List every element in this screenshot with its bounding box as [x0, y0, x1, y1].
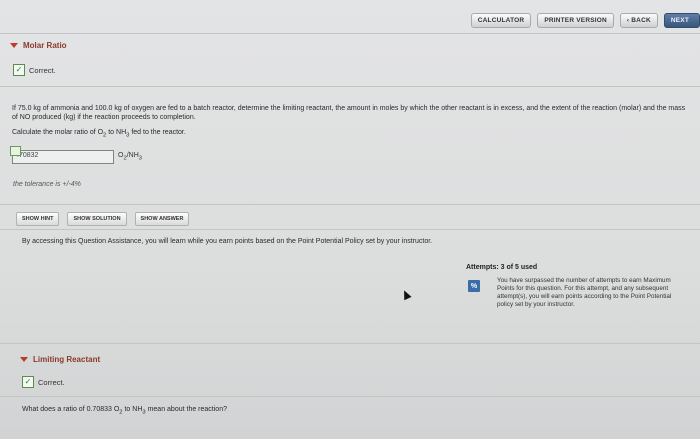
show-hint-button[interactable]: SHOW HINT: [16, 212, 60, 226]
divider: [0, 229, 700, 230]
correct-status: ✓ Correct.: [22, 376, 65, 388]
correct-status: ✓ Correct.: [13, 64, 56, 76]
question-text: Calculate the molar ratio of O2 to NH3 f…: [12, 128, 186, 140]
top-toolbar: CALCULATOR PRINTER VERSION ‹ BACK NEXT: [470, 12, 700, 28]
section-molar-ratio[interactable]: Molar Ratio: [10, 41, 67, 50]
unit-mid: /NH: [126, 152, 139, 160]
divider: [0, 396, 700, 397]
answer-row: .70832 O2/NH3: [10, 146, 142, 164]
show-solution-button[interactable]: SHOW SOLUTION: [67, 212, 127, 226]
question-mid: to NH: [122, 406, 143, 413]
flag-icon: [10, 146, 21, 156]
tolerance-text: the tolerance is +/-4%: [13, 181, 81, 188]
subscript: 3: [138, 155, 143, 162]
question-prefix: Calculate the molar ratio of O: [12, 129, 104, 136]
back-button[interactable]: ‹ BACK: [619, 12, 658, 28]
section-title: Limiting Reactant: [33, 355, 101, 364]
divider: [0, 204, 700, 205]
answer-input[interactable]: .70832: [10, 146, 114, 164]
question-text: What does a ratio of 0.70833 O2 to NH3 m…: [22, 405, 227, 417]
section-limiting-reactant[interactable]: Limiting Reactant: [20, 355, 100, 364]
question-suffix: fed to the reactor.: [129, 129, 186, 136]
next-button[interactable]: NEXT: [663, 12, 700, 28]
answer-unit: O2/NH3: [118, 152, 142, 161]
question-suffix: mean about the reaction?: [145, 406, 227, 413]
divider: [0, 33, 700, 34]
show-answer-button[interactable]: SHOW ANSWER: [134, 212, 190, 226]
assistance-notice: By accessing this Question Assistance, y…: [22, 238, 433, 245]
status-text: Correct.: [29, 65, 56, 75]
question-mid: to NH: [106, 129, 127, 136]
mouse-cursor-icon: [400, 288, 412, 301]
triangle-down-icon[interactable]: [10, 43, 18, 48]
printer-version-button[interactable]: PRINTER VERSION: [537, 12, 614, 28]
checkbox-check-icon: ✓: [22, 376, 34, 388]
calculator-button[interactable]: CALCULATOR: [470, 12, 532, 28]
section-title: Molar Ratio: [23, 41, 67, 50]
percent-icon: %: [468, 280, 480, 292]
divider: [0, 343, 700, 344]
checkbox-check-icon: ✓: [13, 64, 25, 76]
status-text: Correct.: [38, 377, 65, 387]
question-prefix: What does a ratio of 0.70833 O: [22, 406, 120, 413]
divider: [0, 86, 700, 87]
triangle-down-icon[interactable]: [20, 357, 28, 362]
attempts-note: You have surpassed the number of attempt…: [497, 277, 672, 308]
assistance-buttons: SHOW HINT SHOW SOLUTION SHOW ANSWER: [16, 212, 190, 226]
screen: CALCULATOR PRINTER VERSION ‹ BACK NEXT M…: [0, 0, 700, 439]
attempts-label: Attempts: 3 of 5 used: [466, 264, 538, 271]
problem-statement: If 75.0 kg of ammonia and 100.0 kg of ox…: [12, 105, 686, 121]
